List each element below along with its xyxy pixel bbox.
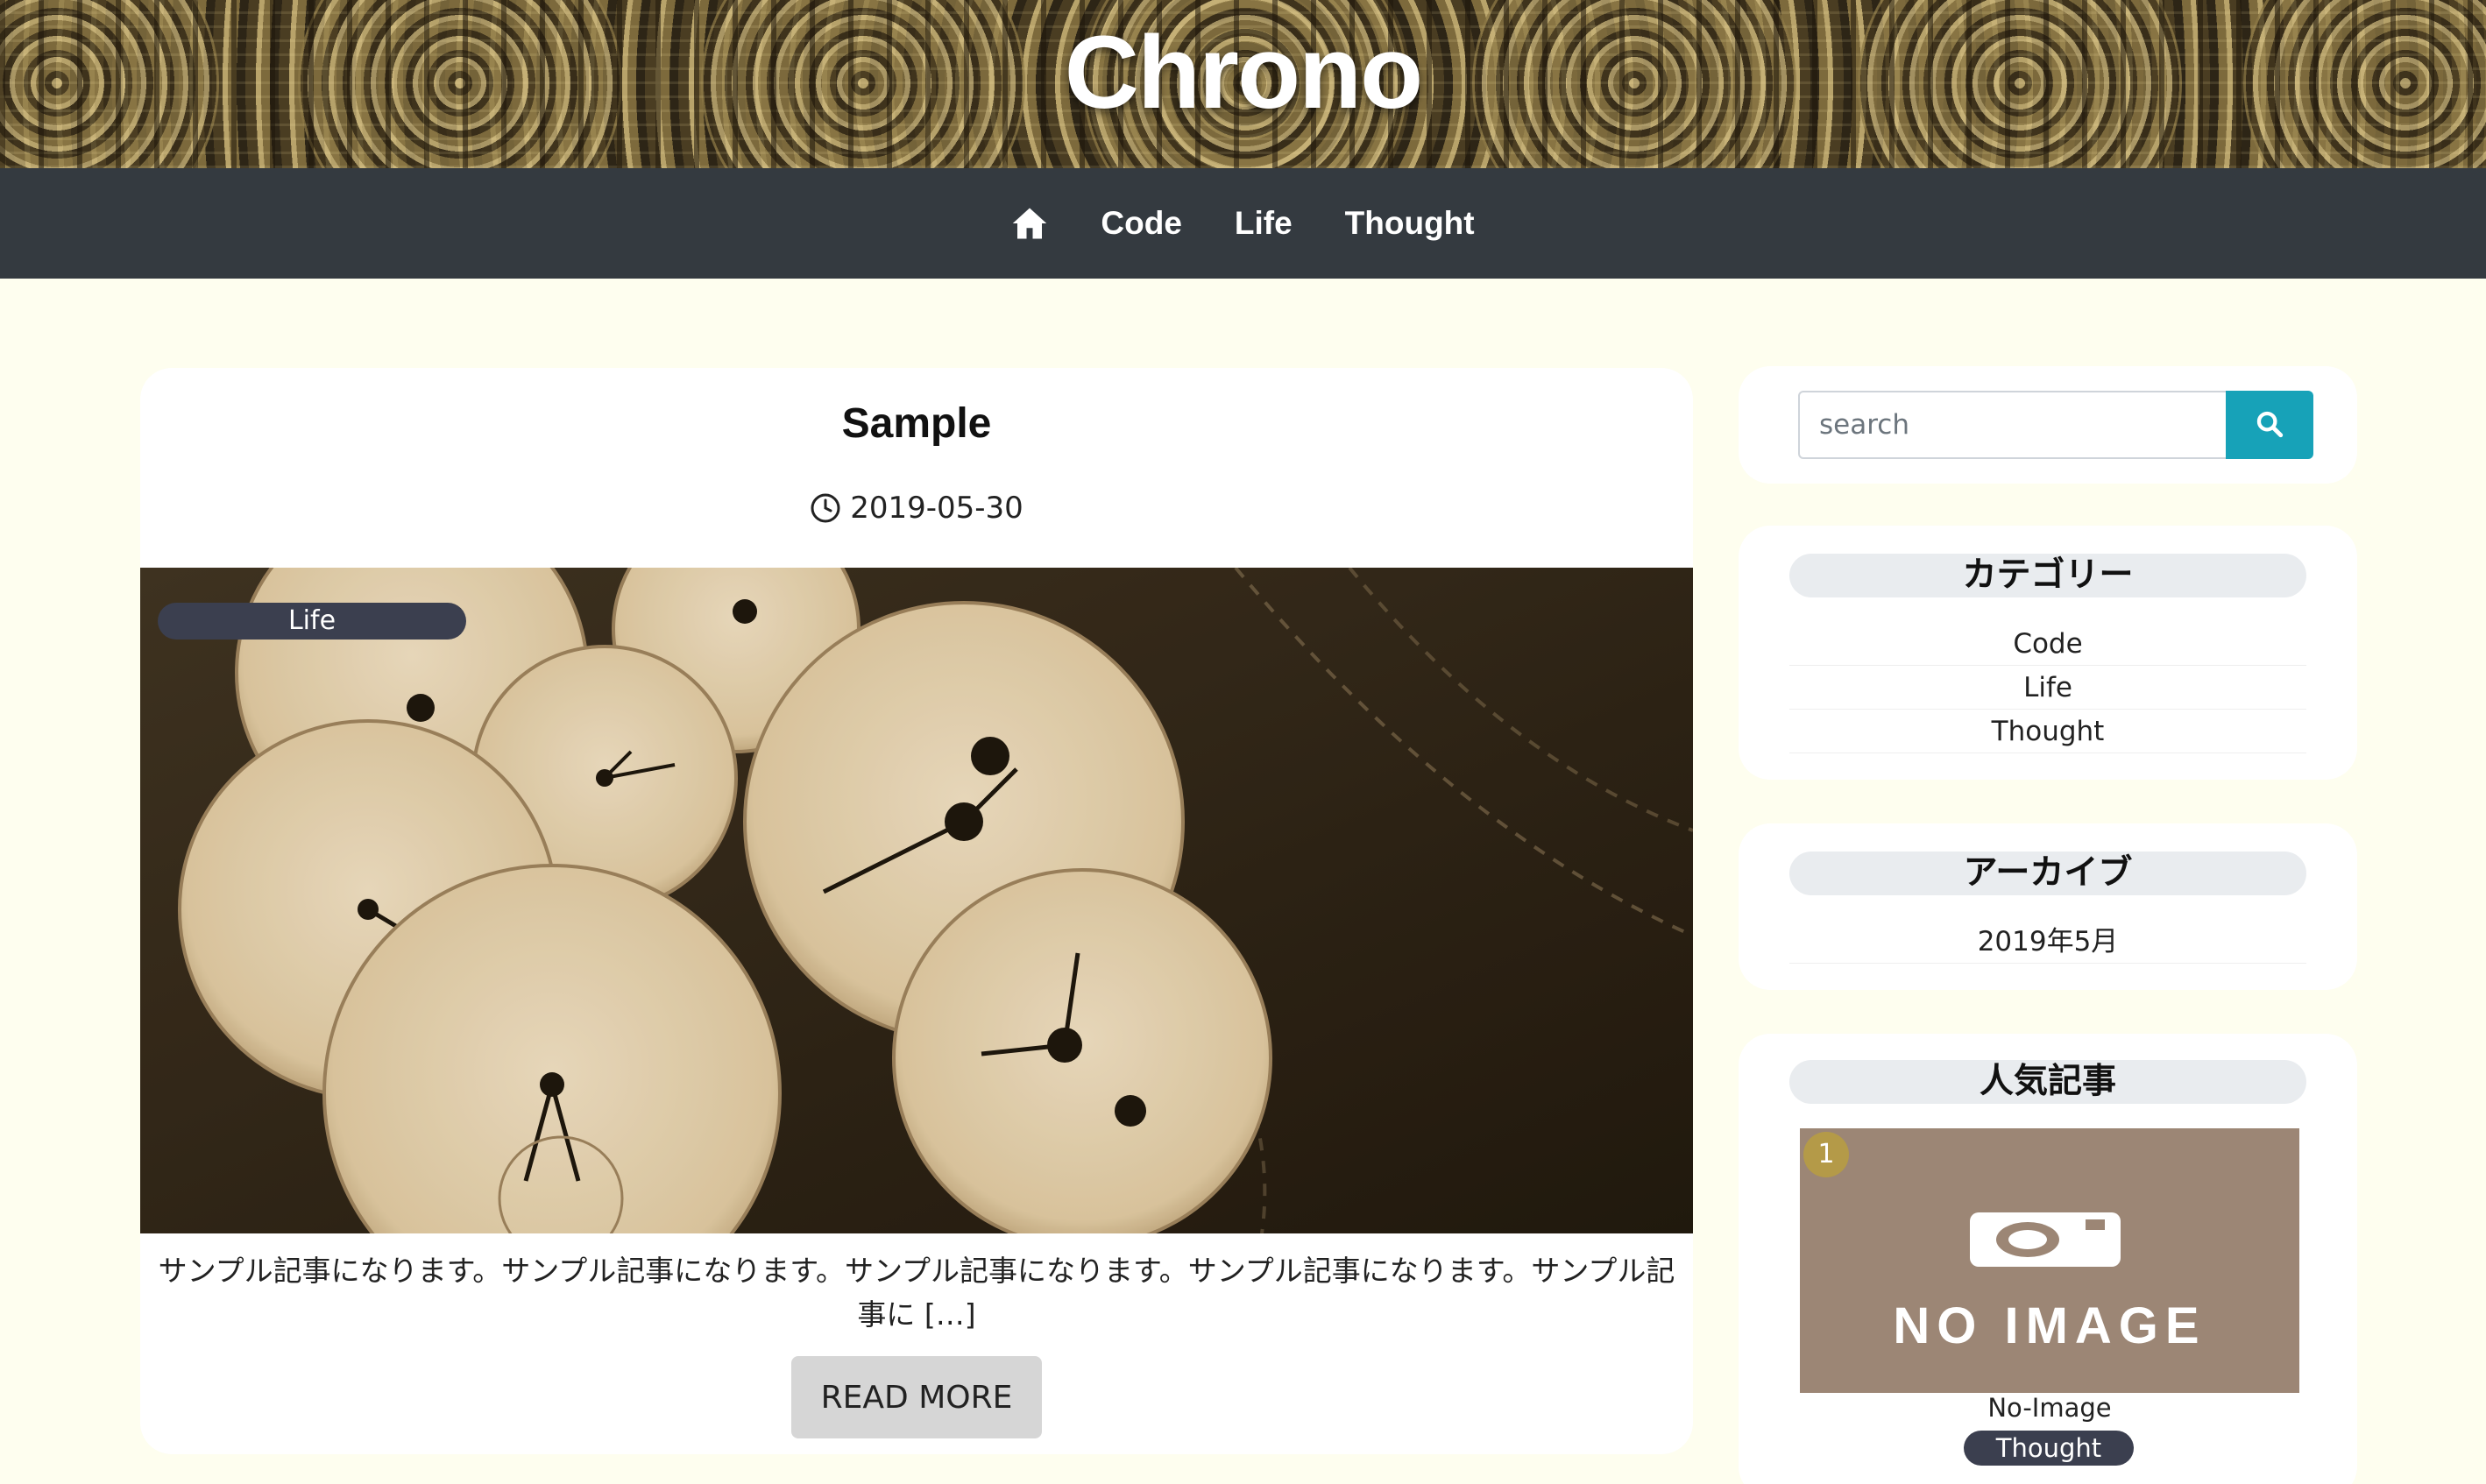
post-card: Sample 2019-05-30 Life サンプル記事になります。サンプル記… (140, 368, 1693, 1454)
popular-post-title[interactable]: No-Image (1800, 1393, 2299, 1423)
nav-link-life[interactable]: Life (1235, 205, 1293, 242)
camera-icon (1966, 1209, 2124, 1270)
home-icon[interactable] (1011, 205, 1048, 242)
popular-post-category-badge[interactable]: Thought (1964, 1431, 2134, 1466)
nav-link-thought[interactable]: Thought (1345, 205, 1475, 242)
category-list: Code Life Thought (1789, 622, 2306, 753)
category-heading: カテゴリー (1789, 554, 2306, 597)
post-thumbnail[interactable]: Life (140, 568, 1693, 1233)
nav-link-code[interactable]: Code (1101, 205, 1182, 242)
clock-icon (810, 492, 841, 524)
archive-list: 2019年5月 (1789, 920, 2306, 964)
popular-widget: 人気記事 1 NO IMAGE No-Image Thought (1739, 1034, 2357, 1484)
site-title[interactable]: Chrono (0, 16, 2486, 130)
no-image-label: NO IMAGE (1893, 1297, 2206, 1354)
post-excerpt: サンプル記事になります。サンプル記事になります。サンプル記事になります。サンプル… (158, 1254, 1675, 1332)
site-header: Chrono (0, 0, 2486, 168)
post-title[interactable]: Sample (140, 399, 1693, 448)
category-item-thought[interactable]: Thought (1789, 710, 2306, 753)
category-widget: カテゴリー Code Life Thought (1739, 526, 2357, 780)
search-icon (2255, 409, 2284, 442)
category-item-life[interactable]: Life (1789, 666, 2306, 710)
rank-badge: 1 (1803, 1132, 1849, 1177)
archive-item[interactable]: 2019年5月 (1789, 920, 2306, 964)
read-more-button[interactable]: READ MORE (791, 1356, 1042, 1438)
search-input[interactable] (1798, 391, 2227, 459)
archive-widget: アーカイブ 2019年5月 (1739, 823, 2357, 990)
post-category-badge[interactable]: Life (158, 603, 466, 640)
search-widget (1739, 366, 2357, 484)
post-date: 2019-05-30 (140, 491, 1693, 526)
category-item-code[interactable]: Code (1789, 622, 2306, 666)
archive-heading: アーカイブ (1789, 852, 2306, 895)
popular-heading: 人気記事 (1789, 1060, 2306, 1104)
popular-post-thumbnail[interactable]: 1 NO IMAGE (1800, 1128, 2299, 1393)
search-button[interactable] (2226, 391, 2313, 459)
post-date-text: 2019-05-30 (850, 491, 1023, 526)
main-navbar: Code Life Thought (0, 168, 2486, 279)
